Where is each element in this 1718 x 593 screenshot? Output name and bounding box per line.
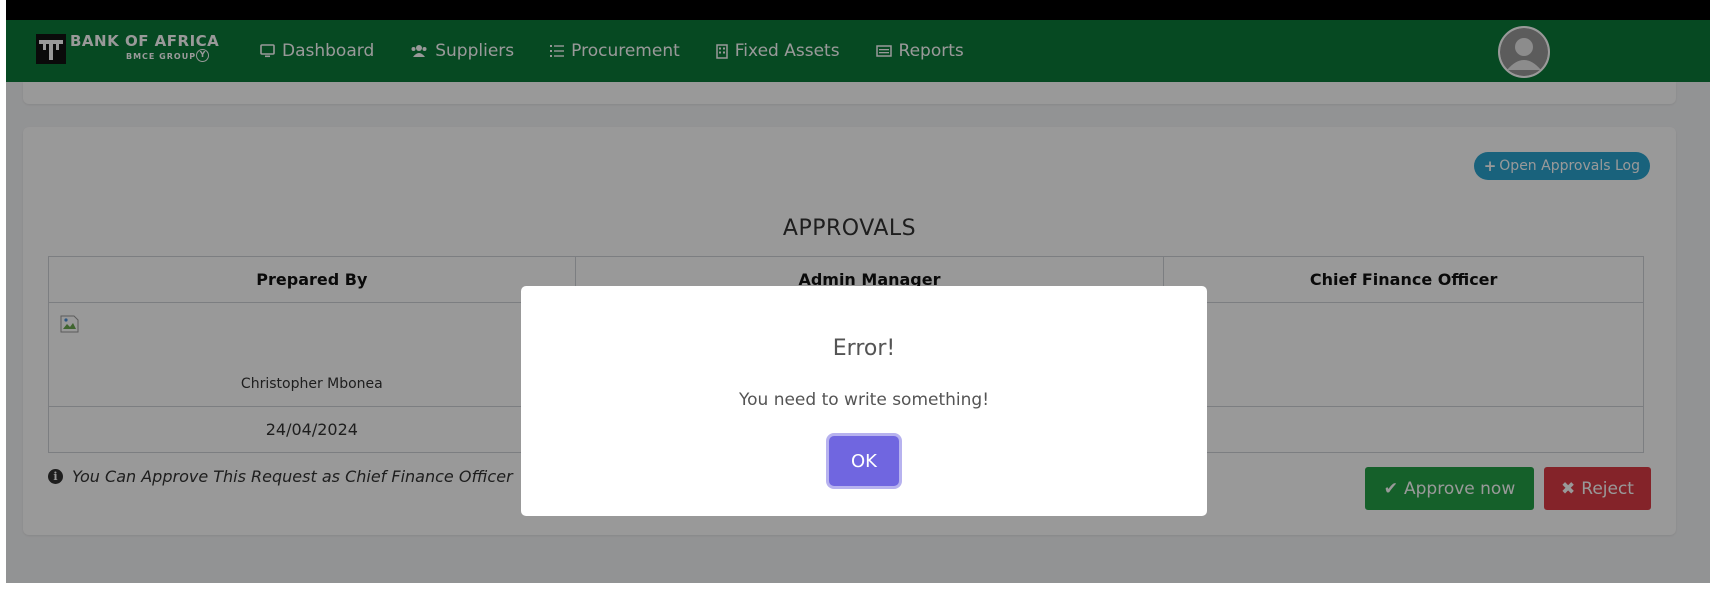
error-dialog: Error! You need to write something! OK <box>521 286 1207 516</box>
ok-button[interactable]: OK <box>829 436 899 486</box>
dialog-title: Error! <box>832 336 896 361</box>
app-frame: BANK OF AFRICA BMCE GROUP Y Dashboard Su… <box>6 0 1710 583</box>
dialog-message: You need to write something! <box>738 390 990 410</box>
